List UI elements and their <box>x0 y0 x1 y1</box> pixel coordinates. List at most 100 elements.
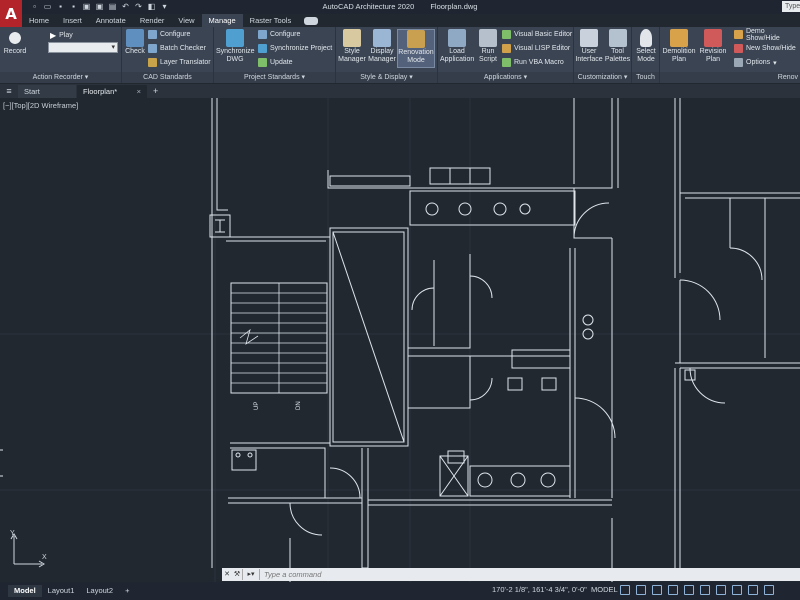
layout-tab-layout2[interactable]: Layout2 <box>80 585 119 597</box>
new-show-hide-button[interactable]: New Show/Hide <box>734 43 796 54</box>
record-button[interactable]: Record <box>3 29 27 56</box>
check-standards-icon <box>126 29 144 47</box>
vb-editor-label: Visual Basic Editor <box>514 31 573 38</box>
layer-translator-button[interactable]: Layer Translator <box>148 57 211 68</box>
options-icon <box>734 58 743 67</box>
coordinate-readout[interactable]: 170'-2 1/8", 161'-4 3/4", 0'-0" <box>492 585 587 594</box>
visual-lisp-editor-button[interactable]: Visual LISP Editor <box>502 43 570 54</box>
ortho-icon[interactable] <box>652 585 662 595</box>
style-manager-button[interactable]: Style Manager <box>338 29 366 64</box>
osnap-icon[interactable] <box>684 585 694 595</box>
panel-title-applications[interactable]: Applications ▾ <box>438 72 573 83</box>
panel-title-customization[interactable]: Customization ▾ <box>574 72 631 83</box>
application-menu-button[interactable]: A <box>0 0 22 28</box>
check-button[interactable]: Check <box>124 29 146 56</box>
ucs-x-label: X <box>42 554 47 561</box>
configure-project-button[interactable]: Configure <box>258 29 300 40</box>
grid-icon[interactable] <box>620 585 630 595</box>
configure-standards-button[interactable]: Configure <box>148 29 190 40</box>
otrack-icon[interactable] <box>700 585 710 595</box>
panel-title-project-standards[interactable]: Project Standards ▾ <box>214 72 335 83</box>
options-button[interactable]: Options ▾ <box>734 57 777 68</box>
panel-title-text: Project Standards <box>243 74 300 81</box>
print-icon[interactable]: ▤ <box>108 2 117 11</box>
macro-select[interactable]: ▾ <box>48 42 118 53</box>
new-tab-button[interactable]: + <box>148 85 163 98</box>
polar-icon[interactable] <box>668 585 678 595</box>
ribbon-toggle-icon[interactable] <box>304 16 319 25</box>
load-application-button[interactable]: Load Application <box>440 29 474 64</box>
workspace-gear-icon[interactable] <box>748 585 758 595</box>
wrench-icon[interactable]: ⚒ <box>232 569 242 580</box>
tab-insert[interactable]: Insert <box>56 14 89 27</box>
synchronize-icon <box>258 44 267 53</box>
layout-tab-layout1[interactable]: Layout1 <box>42 585 81 597</box>
synchronize-project-button[interactable]: Synchronize Project <box>258 43 332 54</box>
add-layout-button[interactable]: + <box>119 585 135 597</box>
save-icon[interactable]: ▪ <box>56 2 65 11</box>
configure-icon <box>148 30 157 39</box>
user-interface-button[interactable]: User Interface <box>575 29 603 64</box>
tab-home[interactable]: Home <box>22 14 56 27</box>
share-icon[interactable]: ◧ <box>147 2 156 11</box>
select-mode-button[interactable]: Select Mode <box>633 29 659 64</box>
run-vba-macro-button[interactable]: Run VBA Macro <box>502 57 564 68</box>
panel-title-style-display[interactable]: Style & Display ▾ <box>336 72 437 83</box>
demo-show-hide-button[interactable]: Demo Show/Hide <box>734 28 800 42</box>
customize-icon[interactable] <box>764 585 774 595</box>
play-button[interactable]: ▶ Play <box>50 30 73 41</box>
panel-title-cad-standards: CAD Standards <box>122 72 213 83</box>
close-icon[interactable]: × <box>137 85 141 98</box>
search-input[interactable]: Type <box>782 1 800 12</box>
open-icon[interactable]: ▭ <box>43 2 52 11</box>
tab-render[interactable]: Render <box>133 14 172 27</box>
save-as-icon[interactable]: ▪ <box>69 2 78 11</box>
run-script-button[interactable]: Run Script <box>476 29 500 64</box>
demolition-plan-button[interactable]: Demolition Plan <box>661 29 697 64</box>
viewport-controls[interactable]: [−][Top][2D Wireframe] <box>3 101 78 110</box>
panel-title-action-recorder[interactable]: Action Recorder ▾ <box>0 72 121 83</box>
file-title: Floorplan.dwg <box>430 2 478 11</box>
panel-renovation: Demolition Plan Revision Plan Demo Show/… <box>660 27 800 83</box>
renovation-mode-button[interactable]: Renovation Mode <box>397 29 435 68</box>
drawing-canvas[interactable]: UP DN [−][Top][2D Wireframe] Y X ✕ ⚒ ▸▾ <box>0 98 800 582</box>
close-icon[interactable]: ✕ <box>222 569 232 580</box>
layout-tab-model[interactable]: Model <box>8 585 42 597</box>
tab-floorplan[interactable]: Floorplan* × <box>77 85 147 98</box>
options-label: Options <box>746 59 771 66</box>
batch-checker-button[interactable]: Batch Checker <box>148 43 206 54</box>
tab-annotate[interactable]: Annotate <box>89 14 133 27</box>
hammer-icon <box>407 30 425 48</box>
update-icon <box>258 58 267 67</box>
snap-icon[interactable] <box>636 585 646 595</box>
panel-title-text: Style & Display <box>360 74 408 81</box>
tool-palettes-icon <box>608 29 627 47</box>
update-button[interactable]: Update <box>258 57 293 68</box>
tab-raster-tools[interactable]: Raster Tools <box>243 14 299 27</box>
demo-show-hide-icon <box>734 30 743 39</box>
panel-customization: User Interface Tool Palettes Customizati… <box>574 27 632 83</box>
model-space-toggle[interactable]: MODEL <box>591 585 618 594</box>
synchronize-dwg-button[interactable]: Synchronize DWG <box>216 29 255 64</box>
import-icon[interactable]: ▣ <box>82 2 91 11</box>
workspace-icon[interactable]: ▾ <box>160 2 169 11</box>
new-icon[interactable]: ▫ <box>30 2 39 11</box>
export-icon[interactable]: ▣ <box>95 2 104 11</box>
user-interface-label: User Interface <box>575 48 603 63</box>
hamburger-menu-icon[interactable]: ≡ <box>3 85 15 97</box>
undo-icon[interactable]: ↶ <box>121 2 130 11</box>
lineweight-icon[interactable] <box>716 585 726 595</box>
visual-basic-editor-button[interactable]: Visual Basic Editor <box>502 29 572 40</box>
command-history-icon[interactable]: ▸▾ <box>242 569 260 580</box>
tool-palettes-button[interactable]: Tool Palettes <box>604 29 631 64</box>
batch-checker-label: Batch Checker <box>160 45 206 52</box>
tab-manage[interactable]: Manage <box>201 14 243 27</box>
command-input[interactable] <box>260 569 800 580</box>
display-manager-button[interactable]: Display Manager <box>368 29 396 64</box>
revision-plan-button[interactable]: Revision Plan <box>698 29 728 64</box>
tab-view[interactable]: View <box>171 14 201 27</box>
redo-icon[interactable]: ↷ <box>134 2 143 11</box>
annotation-scale-icon[interactable] <box>732 585 742 595</box>
tab-start[interactable]: Start <box>18 85 76 98</box>
panel-touch: Select Mode Touch <box>632 27 660 83</box>
